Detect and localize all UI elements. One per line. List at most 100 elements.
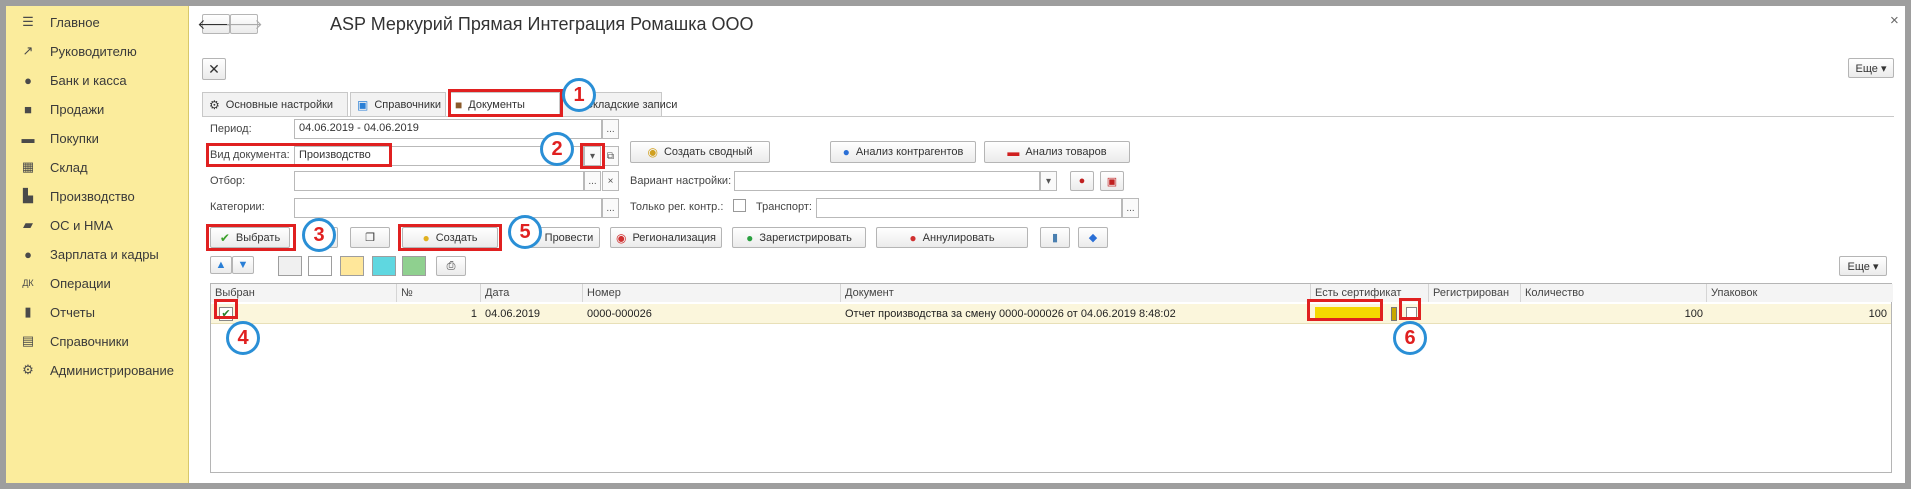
categories-select-button[interactable]: ... (602, 198, 619, 218)
sidebar-item-sales[interactable]: ■ Продажи (6, 94, 189, 124)
button-label: Анализ контрагентов (855, 146, 964, 158)
row-date: 04.06.2019 (485, 308, 541, 320)
load-icon: ● (1078, 175, 1086, 187)
doc-type-dropdown[interactable]: ▾ (584, 146, 601, 166)
column-header[interactable]: Документ (841, 284, 1311, 302)
variant-label: Вариант настройки: (630, 175, 732, 187)
sidebar-item-fixed-assets[interactable]: ▰ ОС и НМА (6, 210, 189, 240)
color-filter-gray[interactable] (278, 256, 302, 276)
forward-button[interactable]: 🡒 (225, 14, 263, 34)
copy-button[interactable]: ❐ (350, 227, 390, 248)
load-variant-button[interactable]: ● (1070, 171, 1094, 191)
column-header[interactable]: Регистрирован (1429, 284, 1521, 302)
delete-button[interactable]: ▮ (1040, 227, 1070, 248)
sidebar-item-label: Производство (50, 188, 135, 204)
row-selected-checkbox[interactable]: ✔ (219, 307, 233, 321)
variant-field[interactable] (734, 171, 1040, 191)
shield-green-icon: ● (746, 230, 754, 245)
column-header[interactable]: Номер (583, 284, 841, 302)
column-header[interactable]: Дата (481, 284, 583, 302)
briefcase-icon: ■ (455, 98, 463, 112)
sidebar-item-reports[interactable]: ▮ Отчеты (6, 297, 189, 327)
tab-catalogs[interactable]: ▣ Справочники (350, 92, 446, 116)
sidebar-item-purchases[interactable]: ▬ Покупки (6, 123, 189, 153)
sidebar-item-label: ОС и НМА (50, 217, 113, 233)
sidebar-item-label: Продажи (50, 101, 105, 117)
color-filter-cyan[interactable] (372, 256, 396, 276)
button-label: Анализ товаров (1025, 146, 1107, 158)
eraser-icon: ◆ (1088, 232, 1098, 244)
sidebar-item-operations[interactable]: ДК Операции (6, 268, 189, 298)
tab-label: Основные настройки (225, 98, 334, 111)
row-number: 0000-000026 (587, 308, 652, 320)
filter-select-button[interactable]: ... (584, 171, 601, 191)
registered-checkbox[interactable] (1406, 307, 1417, 318)
color-filter-white[interactable] (308, 256, 332, 276)
sidebar-item-label: Операции (50, 275, 111, 291)
save-variant-button[interactable]: ▣ (1100, 171, 1124, 191)
callout-6: 6 (1393, 321, 1427, 355)
more-table-button[interactable]: Еще ▾ (1839, 256, 1887, 276)
close-icon[interactable]: × (1890, 12, 1899, 29)
transport-select-button[interactable]: ... (1122, 198, 1139, 218)
column-header[interactable]: № (397, 284, 481, 302)
sidebar-item-admin[interactable]: ⚙ Администрирование (6, 355, 189, 385)
tab-documents[interactable]: ■ Документы (448, 92, 560, 117)
sidebar-item-catalogs[interactable]: ▤ Справочники (6, 326, 189, 356)
select-button[interactable]: ✔ Выбрать (210, 227, 290, 248)
tabs-underline (202, 116, 1894, 117)
truck-icon: ▰ (23, 217, 33, 232)
analysis-counterparties-button[interactable]: ● Анализ контрагентов (830, 141, 976, 163)
bag-icon: ■ (24, 101, 32, 117)
column-header[interactable]: Выбран (211, 284, 397, 302)
sidebar-item-label: Администрирование (50, 362, 174, 378)
sidebar-item-production[interactable]: ▙ Производство (6, 181, 189, 211)
filter-clear-button[interactable]: × (602, 171, 619, 191)
analysis-goods-button[interactable]: ▬ Анализ товаров (984, 141, 1130, 163)
more-top-button[interactable]: Еще ▾ (1848, 58, 1894, 78)
sidebar-item-bank[interactable]: ● Банк и касса (6, 65, 189, 95)
sidebar-item-salary[interactable]: ● Зарплата и кадры (6, 239, 189, 269)
variant-dropdown[interactable]: ▾ (1040, 171, 1057, 191)
tab-main-settings[interactable]: ⚙ Основные настройки (202, 92, 348, 116)
sidebar-item-manager[interactable]: ↗ Руководителю (6, 36, 189, 66)
transport-field[interactable] (816, 198, 1122, 218)
column-header[interactable]: Упаковок (1707, 284, 1893, 302)
trash-icon: ▮ (1051, 232, 1059, 244)
column-header[interactable]: Количество (1521, 284, 1707, 302)
sidebar-item-label: Руководителю (50, 43, 137, 59)
summary-icon: ◉ (647, 145, 658, 159)
row-document: Отчет производства за смену 0000-000026 … (845, 308, 1176, 320)
annul-button[interactable]: ● Аннулировать (876, 227, 1028, 248)
only-reg-checkbox[interactable] (733, 199, 746, 212)
doc-type-open-button[interactable]: ⧉ (602, 146, 619, 166)
print-button[interactable]: ⎙ (436, 256, 466, 276)
button-label: Создать (435, 231, 478, 244)
filter-field[interactable] (294, 171, 584, 191)
clear-button[interactable]: ◆ (1078, 227, 1108, 248)
certificate-cell[interactable] (1315, 307, 1381, 321)
open-window-icon: ⧉ (606, 150, 615, 162)
create-button[interactable]: ● Создать (402, 227, 498, 248)
table-row[interactable]: ✔ 1 04.06.2019 0000-000026 Отчет произво… (211, 304, 1891, 324)
callout-5: 5 (508, 215, 542, 249)
page-title: ASP Меркурий Прямая Интеграция Ромашка О… (330, 14, 754, 34)
color-filter-yellow[interactable] (340, 256, 364, 276)
register-button[interactable]: ● Зарегистрировать (732, 227, 866, 248)
categories-field[interactable] (294, 198, 602, 218)
regionalization-button[interactable]: ◉ Регионализация (610, 227, 722, 248)
callout-4: 4 (226, 321, 260, 355)
sidebar-item-main[interactable]: ☰ Главное (6, 7, 189, 37)
color-filter-green[interactable] (402, 256, 426, 276)
settings-tools-button[interactable]: ✕ (202, 58, 226, 80)
column-header[interactable]: Есть сертификат (1311, 284, 1429, 302)
sidebar-item-warehouse[interactable]: ▦ Склад (6, 152, 189, 182)
factory-icon: ▙ (23, 188, 33, 203)
sidebar-item-label: Справочники (50, 333, 129, 349)
tab-label: Справочники (374, 98, 441, 111)
cart-icon: ▬ (1007, 145, 1020, 159)
create-summary-button[interactable]: ◉ Создать сводный (630, 141, 770, 163)
period-select-button[interactable]: ... (602, 119, 619, 139)
move-up-button[interactable]: ▲ (210, 256, 232, 274)
move-down-button[interactable]: ▼ (232, 256, 254, 274)
